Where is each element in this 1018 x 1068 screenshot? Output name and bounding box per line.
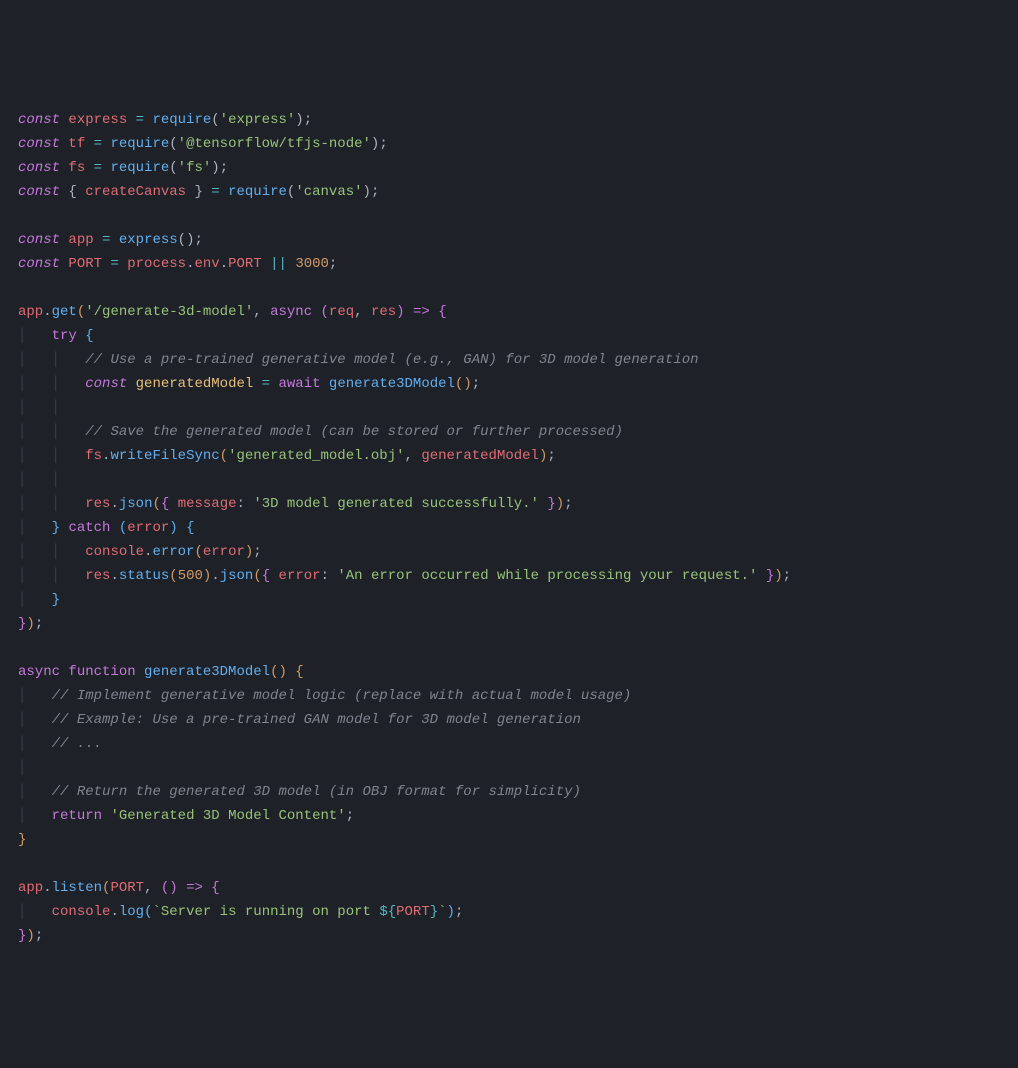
indent-guide: │ (18, 760, 26, 776)
code-line: // Implement generative model logic (rep… (26, 688, 631, 704)
code-line: console.error(error); (60, 544, 262, 560)
identifier: express (68, 112, 127, 128)
code-line: const PORT = process.env.PORT || 3000; (18, 256, 337, 272)
code-line: console.log(`Server is running on port $… (26, 904, 463, 920)
string: 'express' (220, 112, 296, 128)
code-line: res.status(500).json({ error: 'An error … (60, 568, 791, 584)
code-line: const generatedModel = await generate3DM… (60, 376, 480, 392)
indent-guide: │ │ (18, 472, 60, 488)
code-line: // Save the generated model (can be stor… (60, 424, 623, 440)
indent-guide: │ │ (18, 400, 60, 416)
code-line: // Example: Use a pre-trained GAN model … (26, 712, 581, 728)
comment: // Use a pre-trained generative model (e… (85, 352, 698, 368)
code-line: return 'Generated 3D Model Content'; (26, 808, 354, 824)
code-line: const fs = require('fs'); (18, 160, 228, 176)
code-editor[interactable]: const express = require('express'); cons… (18, 108, 1000, 948)
code-line: // Return the generated 3D model (in OBJ… (26, 784, 581, 800)
code-line: try { (26, 328, 93, 344)
code-line: app.get('/generate-3d-model', async (req… (18, 304, 447, 320)
code-line: // ... (26, 736, 102, 752)
code-line: } catch (error) { (26, 520, 194, 536)
code-line: const { createCanvas } = require('canvas… (18, 184, 379, 200)
code-line: const app = express(); (18, 232, 203, 248)
code-line: }); (18, 928, 43, 944)
code-line: const express = require('express'); (18, 112, 312, 128)
code-line: } (18, 832, 26, 848)
code-line: app.listen(PORT, () => { (18, 880, 220, 896)
code-line: const tf = require('@tensorflow/tfjs-nod… (18, 136, 388, 152)
keyword-const: const (18, 112, 60, 128)
code-line: res.json({ message: '3D model generated … (60, 496, 573, 512)
code-line: // Use a pre-trained generative model (e… (60, 352, 699, 368)
function-name: generate3DModel (144, 664, 270, 680)
code-line: } (26, 592, 60, 608)
code-line: }); (18, 616, 43, 632)
fn-require: require (152, 112, 211, 128)
code-line: async function generate3DModel() { (18, 664, 304, 680)
code-line: fs.writeFileSync('generated_model.obj', … (60, 448, 556, 464)
